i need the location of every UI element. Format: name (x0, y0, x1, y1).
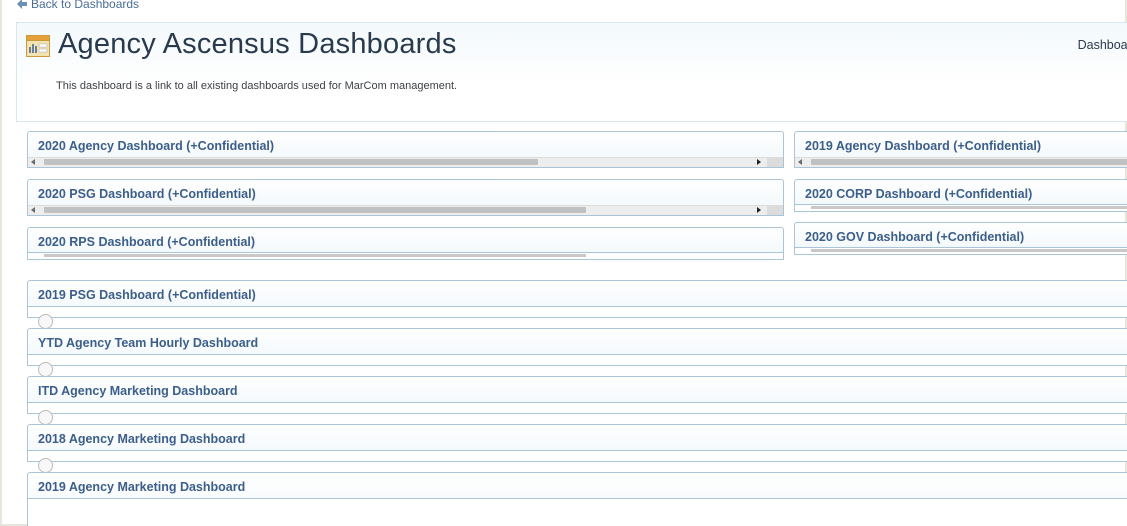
dashboard-panel-title[interactable]: 2018 Agency Marketing Dashboard (38, 432, 245, 446)
loading-spinner-icon (38, 410, 53, 425)
dashboard-panel: 2018 Agency Marketing Dashboard (27, 424, 1127, 473)
dashboard-panel: 2020 RPS Dashboard (+Confidential) (27, 227, 784, 260)
horizontal-scrollbar[interactable] (44, 254, 586, 257)
panel-body (795, 247, 1127, 254)
dashboard-panel: 2019 Agency Marketing Dashboard (27, 472, 1127, 526)
scrollbar-thumb[interactable] (44, 207, 586, 213)
dashboard-panel-title[interactable]: 2020 CORP Dashboard (+Confidential) (805, 187, 1032, 201)
dashboard-panel: 2019 Agency Dashboard (+Confidential) (794, 131, 1127, 168)
panel-body (28, 205, 783, 215)
page-title: Agency Ascensus Dashboards (58, 28, 457, 60)
panel-body (795, 157, 1127, 167)
dashboard-header: Agency Ascensus Dashboards Dashboards Th… (16, 22, 1127, 122)
panel-body (28, 157, 783, 167)
panel-body (28, 450, 1127, 473)
dashboard-panel-title[interactable]: 2020 Agency Dashboard (+Confidential) (38, 139, 274, 153)
back-to-dashboards-link[interactable]: Back to Dashboards (17, 0, 139, 11)
dashboard-panel-title[interactable]: 2019 Agency Dashboard (+Confidential) (805, 139, 1041, 153)
dashboard-panel-title[interactable]: 2019 Agency Marketing Dashboard (38, 480, 245, 494)
scroll-left-icon[interactable] (798, 159, 802, 165)
loading-spinner-icon (38, 314, 53, 329)
horizontal-scrollbar[interactable] (28, 157, 783, 167)
scrollbar-thumb[interactable] (811, 159, 1127, 165)
dashboard-panel: 2020 GOV Dashboard (+Confidential) (794, 222, 1127, 255)
scroll-left-icon[interactable] (31, 159, 35, 165)
scroll-right-icon[interactable] (757, 207, 761, 213)
loading-spinner-icon (38, 458, 53, 473)
scrollbar-thumb[interactable] (44, 159, 538, 165)
dashboard-panel-title[interactable]: 2020 PSG Dashboard (+Confidential) (38, 187, 256, 201)
dashboard-panel: 2019 PSG Dashboard (+Confidential) (27, 280, 1127, 329)
scroll-left-icon[interactable] (31, 207, 35, 213)
dashboard-panel: YTD Agency Team Hourly Dashboard (27, 328, 1127, 377)
horizontal-scrollbar[interactable] (28, 205, 783, 215)
back-link-label: Back to Dashboards (31, 0, 140, 11)
dashboard-panel: 2020 PSG Dashboard (+Confidential) (27, 179, 784, 216)
panel-body (28, 498, 1127, 526)
horizontal-scrollbar[interactable] (795, 157, 1127, 167)
dashboard-chart-icon (26, 35, 50, 57)
dashboard-panel-title[interactable]: ITD Agency Marketing Dashboard (38, 384, 238, 398)
scroll-right-icon[interactable] (757, 159, 761, 165)
dashboard-panel-title[interactable]: 2020 RPS Dashboard (+Confidential) (38, 235, 255, 249)
scrollbar-corner (767, 157, 783, 167)
dashboard-description: This dashboard is a link to all existing… (56, 80, 458, 92)
panel-body (795, 204, 1127, 211)
dashboard-panel: ITD Agency Marketing Dashboard (27, 376, 1127, 425)
panel-body (28, 402, 1127, 425)
dashboard-panel-title[interactable]: 2019 PSG Dashboard (+Confidential) (38, 288, 256, 302)
horizontal-scrollbar[interactable] (811, 249, 1127, 252)
panel-body (28, 252, 783, 259)
dashboard-panel: 2020 Agency Dashboard (+Confidential) (27, 131, 784, 168)
horizontal-scrollbar[interactable] (811, 206, 1127, 209)
dashboard-panel-title[interactable]: 2020 GOV Dashboard (+Confidential) (805, 230, 1024, 244)
dashboards-breadcrumb-link[interactable]: Dashboards (1078, 38, 1127, 52)
dashboard-panel-title[interactable]: YTD Agency Team Hourly Dashboard (38, 336, 258, 350)
dashboard-panel: 2020 CORP Dashboard (+Confidential) (794, 179, 1127, 212)
scrollbar-corner (767, 205, 783, 215)
back-arrow-icon (17, 0, 27, 9)
loading-spinner-icon (38, 362, 53, 377)
panel-body (28, 354, 1127, 377)
panel-body (28, 306, 1127, 329)
